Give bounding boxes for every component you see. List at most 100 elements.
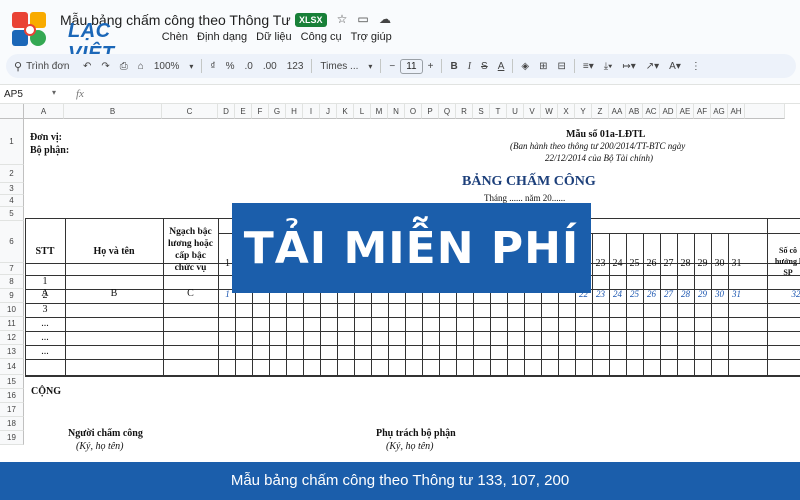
column-header[interactable]: W bbox=[541, 104, 558, 119]
italic-button[interactable]: I bbox=[463, 61, 476, 72]
column-header[interactable]: B bbox=[64, 104, 162, 119]
row-header[interactable]: 2 bbox=[0, 165, 24, 183]
column-header[interactable]: S bbox=[473, 104, 490, 119]
print-icon[interactable]: ⎙ bbox=[115, 61, 133, 72]
menu-item-format[interactable]: Định dạng bbox=[197, 31, 247, 47]
column-header[interactable]: A bbox=[24, 104, 64, 119]
text-format-icon[interactable]: A▾ bbox=[664, 61, 686, 72]
column-header[interactable]: K bbox=[337, 104, 354, 119]
menu-search[interactable]: ⚲ Trình đơn bbox=[6, 60, 78, 73]
more-icon[interactable]: ⋮ bbox=[686, 61, 706, 72]
column-header[interactable]: O bbox=[405, 104, 422, 119]
select-all-corner[interactable] bbox=[0, 104, 24, 119]
horizontal-align-icon[interactable]: ≡▾ bbox=[578, 61, 599, 72]
font-size-input[interactable]: 11 bbox=[400, 58, 423, 74]
row-header[interactable]: 4 bbox=[0, 195, 24, 207]
text-wrap-icon[interactable]: ↦▾ bbox=[617, 61, 640, 72]
text-rotation-icon[interactable]: ↗▾ bbox=[641, 61, 664, 72]
percent-format-button[interactable]: % bbox=[221, 61, 240, 72]
stt-cell[interactable]: ... bbox=[26, 318, 64, 329]
column-header[interactable]: AF bbox=[694, 104, 711, 119]
row-header[interactable]: 5 bbox=[0, 207, 24, 221]
number-format-button[interactable]: 123 bbox=[282, 61, 309, 72]
column-header[interactable]: Q bbox=[439, 104, 456, 119]
currency-format-button[interactable]: ₫ bbox=[205, 61, 220, 72]
chevron-down-icon[interactable]: ▾ bbox=[363, 62, 377, 71]
menu-item-help[interactable]: Trợ giúp bbox=[351, 31, 392, 47]
column-header[interactable]: C bbox=[162, 104, 218, 119]
column-header[interactable]: G bbox=[269, 104, 286, 119]
redo-icon[interactable]: ↷ bbox=[96, 61, 114, 72]
paint-format-icon[interactable]: ⌂ bbox=[133, 61, 149, 72]
font-size-decrease-button[interactable]: − bbox=[384, 61, 400, 72]
column-header[interactable]: V bbox=[524, 104, 541, 119]
stt-cell[interactable]: 1 bbox=[26, 276, 64, 287]
column-header[interactable]: AC bbox=[643, 104, 660, 119]
column-header[interactable]: Z bbox=[592, 104, 609, 119]
column-header[interactable]: U bbox=[507, 104, 524, 119]
row-header[interactable]: 16 bbox=[0, 389, 24, 403]
row-header[interactable]: 10 bbox=[0, 303, 24, 317]
row-header[interactable]: 7 bbox=[0, 263, 24, 275]
row-header[interactable]: 17 bbox=[0, 403, 24, 417]
strikethrough-button[interactable]: S bbox=[476, 61, 493, 72]
row-header[interactable]: 12 bbox=[0, 331, 24, 345]
row-header[interactable]: 14 bbox=[0, 359, 24, 375]
column-header[interactable]: L bbox=[354, 104, 371, 119]
row-header[interactable]: 3 bbox=[0, 183, 24, 195]
row-header[interactable]: 8 bbox=[0, 275, 24, 289]
name-box[interactable]: AP5 bbox=[4, 89, 23, 100]
column-header[interactable]: I bbox=[303, 104, 320, 119]
menu-item-data[interactable]: Dữ liệu bbox=[256, 31, 292, 47]
zoom-select[interactable]: 100% bbox=[149, 61, 185, 72]
row-header[interactable]: 15 bbox=[0, 375, 24, 389]
decrease-decimal-button[interactable]: .0 bbox=[239, 61, 257, 72]
column-header[interactable]: AG bbox=[711, 104, 728, 119]
borders-icon[interactable]: ⊞ bbox=[534, 61, 552, 72]
stt-cell[interactable]: 3 bbox=[26, 304, 64, 315]
menu-item-tools[interactable]: Công cụ bbox=[301, 31, 342, 47]
column-header[interactable]: AD bbox=[660, 104, 677, 119]
column-header-overflow[interactable] bbox=[745, 104, 785, 119]
text-color-button[interactable]: A bbox=[493, 61, 510, 72]
font-size-increase-button[interactable]: + bbox=[423, 61, 439, 72]
column-header[interactable]: E bbox=[235, 104, 252, 119]
column-header[interactable]: R bbox=[456, 104, 473, 119]
column-header[interactable]: D bbox=[218, 104, 235, 119]
stt-cell[interactable]: 2 bbox=[26, 290, 64, 301]
column-header[interactable]: N bbox=[388, 104, 405, 119]
column-header[interactable]: M bbox=[371, 104, 388, 119]
star-icon[interactable]: ☆ bbox=[335, 12, 349, 26]
chevron-down-icon[interactable]: ▾ bbox=[184, 62, 198, 71]
stt-cell[interactable]: ... bbox=[26, 346, 64, 357]
chevron-down-icon[interactable]: ▾ bbox=[52, 88, 56, 97]
column-header[interactable]: H bbox=[286, 104, 303, 119]
column-header[interactable]: AB bbox=[626, 104, 643, 119]
row-header[interactable]: 13 bbox=[0, 345, 24, 359]
row-header[interactable]: 18 bbox=[0, 417, 24, 431]
merge-cells-icon[interactable]: ⊟ bbox=[552, 61, 570, 72]
bold-button[interactable]: B bbox=[445, 61, 462, 72]
font-family-select[interactable]: Times ... bbox=[315, 61, 363, 72]
column-header[interactable]: AH bbox=[728, 104, 745, 119]
row-header[interactable]: 1 bbox=[0, 119, 24, 165]
stt-cell[interactable]: ... bbox=[26, 332, 64, 343]
increase-decimal-button[interactable]: .00 bbox=[258, 61, 282, 72]
undo-icon[interactable]: ↶ bbox=[78, 61, 96, 72]
row-header[interactable]: 11 bbox=[0, 317, 24, 331]
column-header[interactable]: Y bbox=[575, 104, 592, 119]
row-header[interactable]: 19 bbox=[0, 431, 24, 445]
download-free-banner[interactable]: TẢI MIỄN PHÍ bbox=[232, 203, 591, 293]
column-header[interactable]: J bbox=[320, 104, 337, 119]
column-header[interactable]: AE bbox=[677, 104, 694, 119]
column-header[interactable]: F bbox=[252, 104, 269, 119]
move-folder-icon[interactable]: ▭ bbox=[356, 12, 370, 26]
row-header[interactable]: 9 bbox=[0, 289, 24, 303]
column-header[interactable]: X bbox=[558, 104, 575, 119]
menu-item-insert[interactable]: Chèn bbox=[162, 31, 188, 47]
column-header[interactable]: AA bbox=[609, 104, 626, 119]
column-header[interactable]: T bbox=[490, 104, 507, 119]
row-header[interactable]: 6 bbox=[0, 221, 24, 263]
cloud-status-icon[interactable]: ☁ bbox=[378, 12, 392, 26]
column-header[interactable]: P bbox=[422, 104, 439, 119]
